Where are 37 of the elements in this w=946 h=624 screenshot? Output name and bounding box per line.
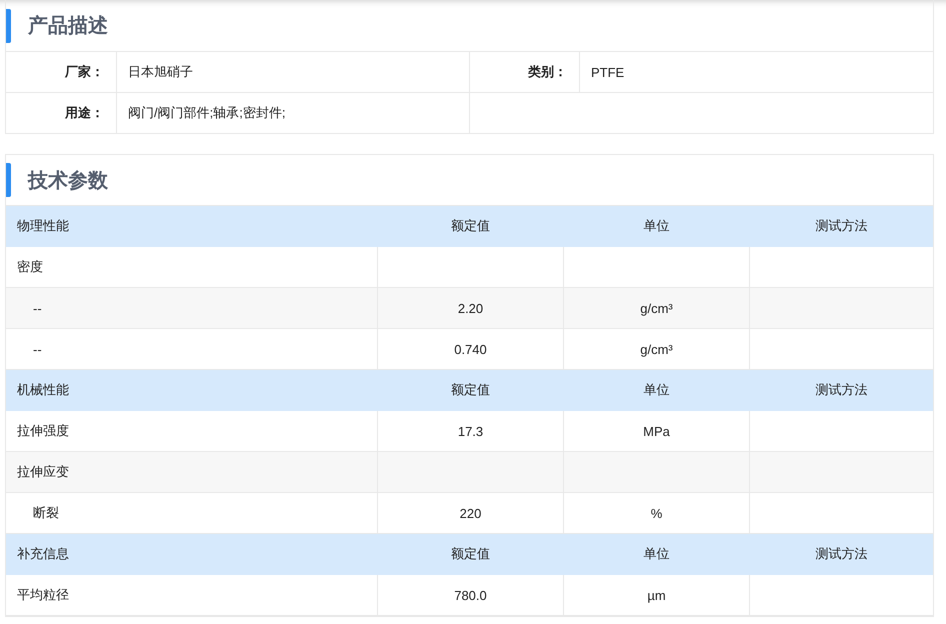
table-cell: -- <box>33 300 42 316</box>
column-header: 补充信息 <box>6 534 378 574</box>
field-value: 阀门/阀门部件;轴承;密封件; <box>128 104 286 122</box>
column-header: 机械性能 <box>6 370 378 410</box>
column-header: 单位 <box>564 206 750 246</box>
column-header: 单位 <box>564 370 750 410</box>
table-cell: 220 <box>460 506 482 520</box>
column-header: 单位 <box>564 534 750 574</box>
column-header: 测试方法 <box>814 545 868 563</box>
table-cell: 断裂 <box>33 504 59 522</box>
field-label: 用途： <box>65 104 104 122</box>
table-cell: % <box>650 506 662 520</box>
table-cell: g/cm³ <box>640 300 673 316</box>
section-title: 产品描述 <box>28 14 108 39</box>
table-cell: 拉伸应变 <box>17 463 69 481</box>
field-label: 类别： <box>528 63 567 81</box>
column-header: 测试方法 <box>814 381 868 399</box>
column-header: 额定值 <box>378 206 564 246</box>
field-value: PTFE <box>591 64 624 80</box>
table-cell: MPa <box>643 424 670 438</box>
column-header: 物理性能 <box>6 206 378 246</box>
section-title: 技术参数 <box>28 168 108 194</box>
table-cell: µm <box>647 588 666 602</box>
table-cell: 密度 <box>17 258 43 276</box>
table-cell: 平均粒径 <box>17 586 69 604</box>
column-header: 额定值 <box>378 534 564 574</box>
table-cell: -- <box>33 342 42 356</box>
table-cell: 拉伸强度 <box>17 422 69 440</box>
table-cell: 780.0 <box>454 588 487 602</box>
column-header: 额定值 <box>378 370 564 410</box>
table-cell: g/cm³ <box>640 342 673 356</box>
column-header: 测试方法 <box>814 217 868 235</box>
table-cell: 17.3 <box>458 424 484 438</box>
table-cell: 2.20 <box>458 300 484 316</box>
field-label: 厂家： <box>65 63 104 81</box>
table-cell: 0.740 <box>454 342 487 356</box>
field-value: 日本旭硝子 <box>128 63 193 81</box>
